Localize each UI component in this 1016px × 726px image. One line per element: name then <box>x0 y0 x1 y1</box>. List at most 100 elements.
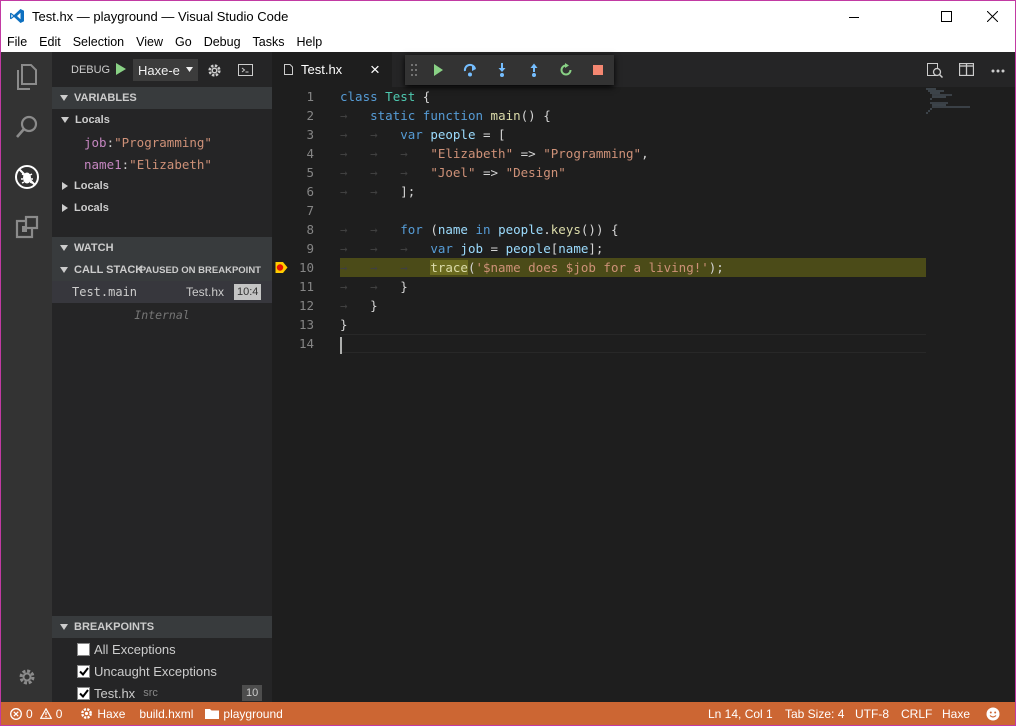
menu-tasks[interactable]: Tasks <box>247 32 291 52</box>
variable-value: "Elizabeth" <box>129 156 212 172</box>
haxe-status[interactable]: Haxe <box>75 702 130 725</box>
close-tab-icon[interactable]: × <box>370 60 380 80</box>
tab-label: Test.hx <box>301 62 343 77</box>
gear-icon <box>19 669 34 685</box>
gear-icon <box>81 708 93 719</box>
minimap[interactable] <box>924 87 1004 127</box>
language: Haxe <box>942 706 971 721</box>
search-button[interactable] <box>1 102 52 152</box>
debug-header: DEBUG Haxe-e <box>52 52 272 88</box>
breakpoint-uncaught-exceptions[interactable]: Uncaught Exceptions <box>52 660 272 682</box>
callstack-section-header[interactable]: CALL STACK PAUSED ON BREAKPOINT <box>52 259 272 281</box>
close-window-button[interactable] <box>969 1 1015 32</box>
minimize-button[interactable] <box>831 1 877 32</box>
start-debug-icon[interactable] <box>115 62 127 76</box>
menu-selection[interactable]: Selection <box>67 32 130 52</box>
scope-locals-expanded[interactable]: Locals <box>52 109 272 131</box>
scope-name: Locals <box>74 180 109 192</box>
debug-config-value: Haxe-e <box>138 62 180 78</box>
language-status[interactable]: Haxe <box>937 702 975 725</box>
error-count: 0 <box>26 706 33 721</box>
internal-frames-label[interactable]: Internal <box>52 304 272 326</box>
gear-icon[interactable] <box>207 63 222 78</box>
checkbox-checked[interactable] <box>77 664 90 678</box>
maximize-button[interactable] <box>923 1 969 32</box>
breakpoint-line-badge: 10 <box>242 685 263 701</box>
cursor-position-status[interactable]: Ln 14, Col 1 <box>703 702 778 725</box>
vscode-logo-icon <box>10 9 24 23</box>
files-icon <box>16 64 37 90</box>
menu-file[interactable]: File <box>1 32 33 52</box>
line-number: 13 <box>298 317 314 332</box>
checkbox-unchecked[interactable] <box>77 642 90 656</box>
debug-console-icon[interactable] <box>238 64 253 76</box>
folder-status[interactable]: playground <box>200 702 287 725</box>
split-editor-icon[interactable] <box>959 63 974 76</box>
step-out-button[interactable] <box>518 55 550 85</box>
restart-button[interactable] <box>550 55 582 85</box>
encoding: UTF-8 <box>855 706 889 721</box>
breakpoint-test-hx[interactable]: Test.hx src 10 <box>52 682 272 704</box>
collapsed-icon <box>62 204 68 212</box>
scope-locals-collapsed[interactable]: Locals <box>52 197 272 219</box>
vscode-window: Test.hx — playground — Visual Studio Cod… <box>0 0 1016 726</box>
menu-go[interactable]: Go <box>169 32 198 52</box>
grip-icon <box>410 64 417 76</box>
line-number: 4 <box>306 146 314 161</box>
debug-config-select[interactable]: Haxe-e <box>133 59 198 81</box>
menu-debug[interactable]: Debug <box>198 32 247 52</box>
current-execution-line: → → → trace('$name does $job for a livin… <box>340 258 926 277</box>
problems-status[interactable]: 0 0 <box>1 702 67 725</box>
more-actions-icon[interactable] <box>991 69 1005 73</box>
code-line: → → ]; <box>340 184 416 199</box>
tab-size-status[interactable]: Tab Size: 4 <box>780 702 849 725</box>
menu-help[interactable]: Help <box>291 32 329 52</box>
code-line: → → var people = [ <box>340 127 506 142</box>
restart-icon <box>560 63 572 76</box>
variable-row-job[interactable]: job: "Programming" <box>52 131 272 153</box>
debug-icon <box>14 165 39 189</box>
variable-name: job <box>84 134 107 150</box>
stack-frame[interactable]: Test.main Test.hx 10:4 <box>52 281 272 303</box>
continue-icon <box>434 64 443 76</box>
line-number: 9 <box>306 241 314 256</box>
debug-view-button[interactable] <box>1 152 52 202</box>
menu-edit[interactable]: Edit <box>33 32 67 52</box>
stop-button[interactable] <box>582 55 614 85</box>
eol-status[interactable]: CRLF <box>896 702 937 725</box>
breakpoint-paused-icon[interactable] <box>275 261 288 274</box>
checkbox-checked[interactable] <box>77 686 90 700</box>
watch-section-header[interactable]: WATCH <box>52 237 272 259</box>
tab-test-hx[interactable]: Test.hx × <box>272 52 392 87</box>
code-line: → → → var job = people[name]; <box>340 241 604 256</box>
open-changes-icon[interactable] <box>927 63 943 78</box>
code-line: → → } <box>340 279 408 294</box>
variables-section-header[interactable]: VARIABLES <box>52 87 272 109</box>
menu-view[interactable]: View <box>130 32 169 52</box>
variable-row-name1[interactable]: name1: "Elizabeth" <box>52 153 272 175</box>
expanded-icon <box>60 245 68 251</box>
step-into-button[interactable] <box>486 55 518 85</box>
explorer-button[interactable] <box>1 52 52 102</box>
extensions-icon <box>15 215 38 239</box>
tabs-bar: Test.hx × <box>272 52 1015 87</box>
scope-name: Locals <box>75 114 110 126</box>
scope-locals-collapsed[interactable]: Locals <box>52 175 272 197</box>
encoding-status[interactable]: UTF-8 <box>850 702 894 725</box>
scope-name: Locals <box>74 202 109 214</box>
breakpoint-all-exceptions[interactable]: All Exceptions <box>52 638 272 660</box>
line-number: 5 <box>306 165 314 180</box>
extensions-button[interactable] <box>1 202 52 252</box>
drag-handle[interactable] <box>405 55 422 85</box>
build-config-status[interactable]: build.hxml <box>134 702 198 725</box>
stop-icon <box>593 65 603 75</box>
manage-button[interactable] <box>1 652 52 702</box>
code-line: → } <box>340 298 378 313</box>
feedback-button[interactable] <box>981 702 1005 725</box>
breakpoints-section-header[interactable]: BREAKPOINTS <box>52 616 272 638</box>
continue-button[interactable] <box>422 55 454 85</box>
step-over-button[interactable] <box>454 55 486 85</box>
expanded-icon <box>61 117 69 123</box>
frame-file: Test.hx <box>186 285 225 299</box>
